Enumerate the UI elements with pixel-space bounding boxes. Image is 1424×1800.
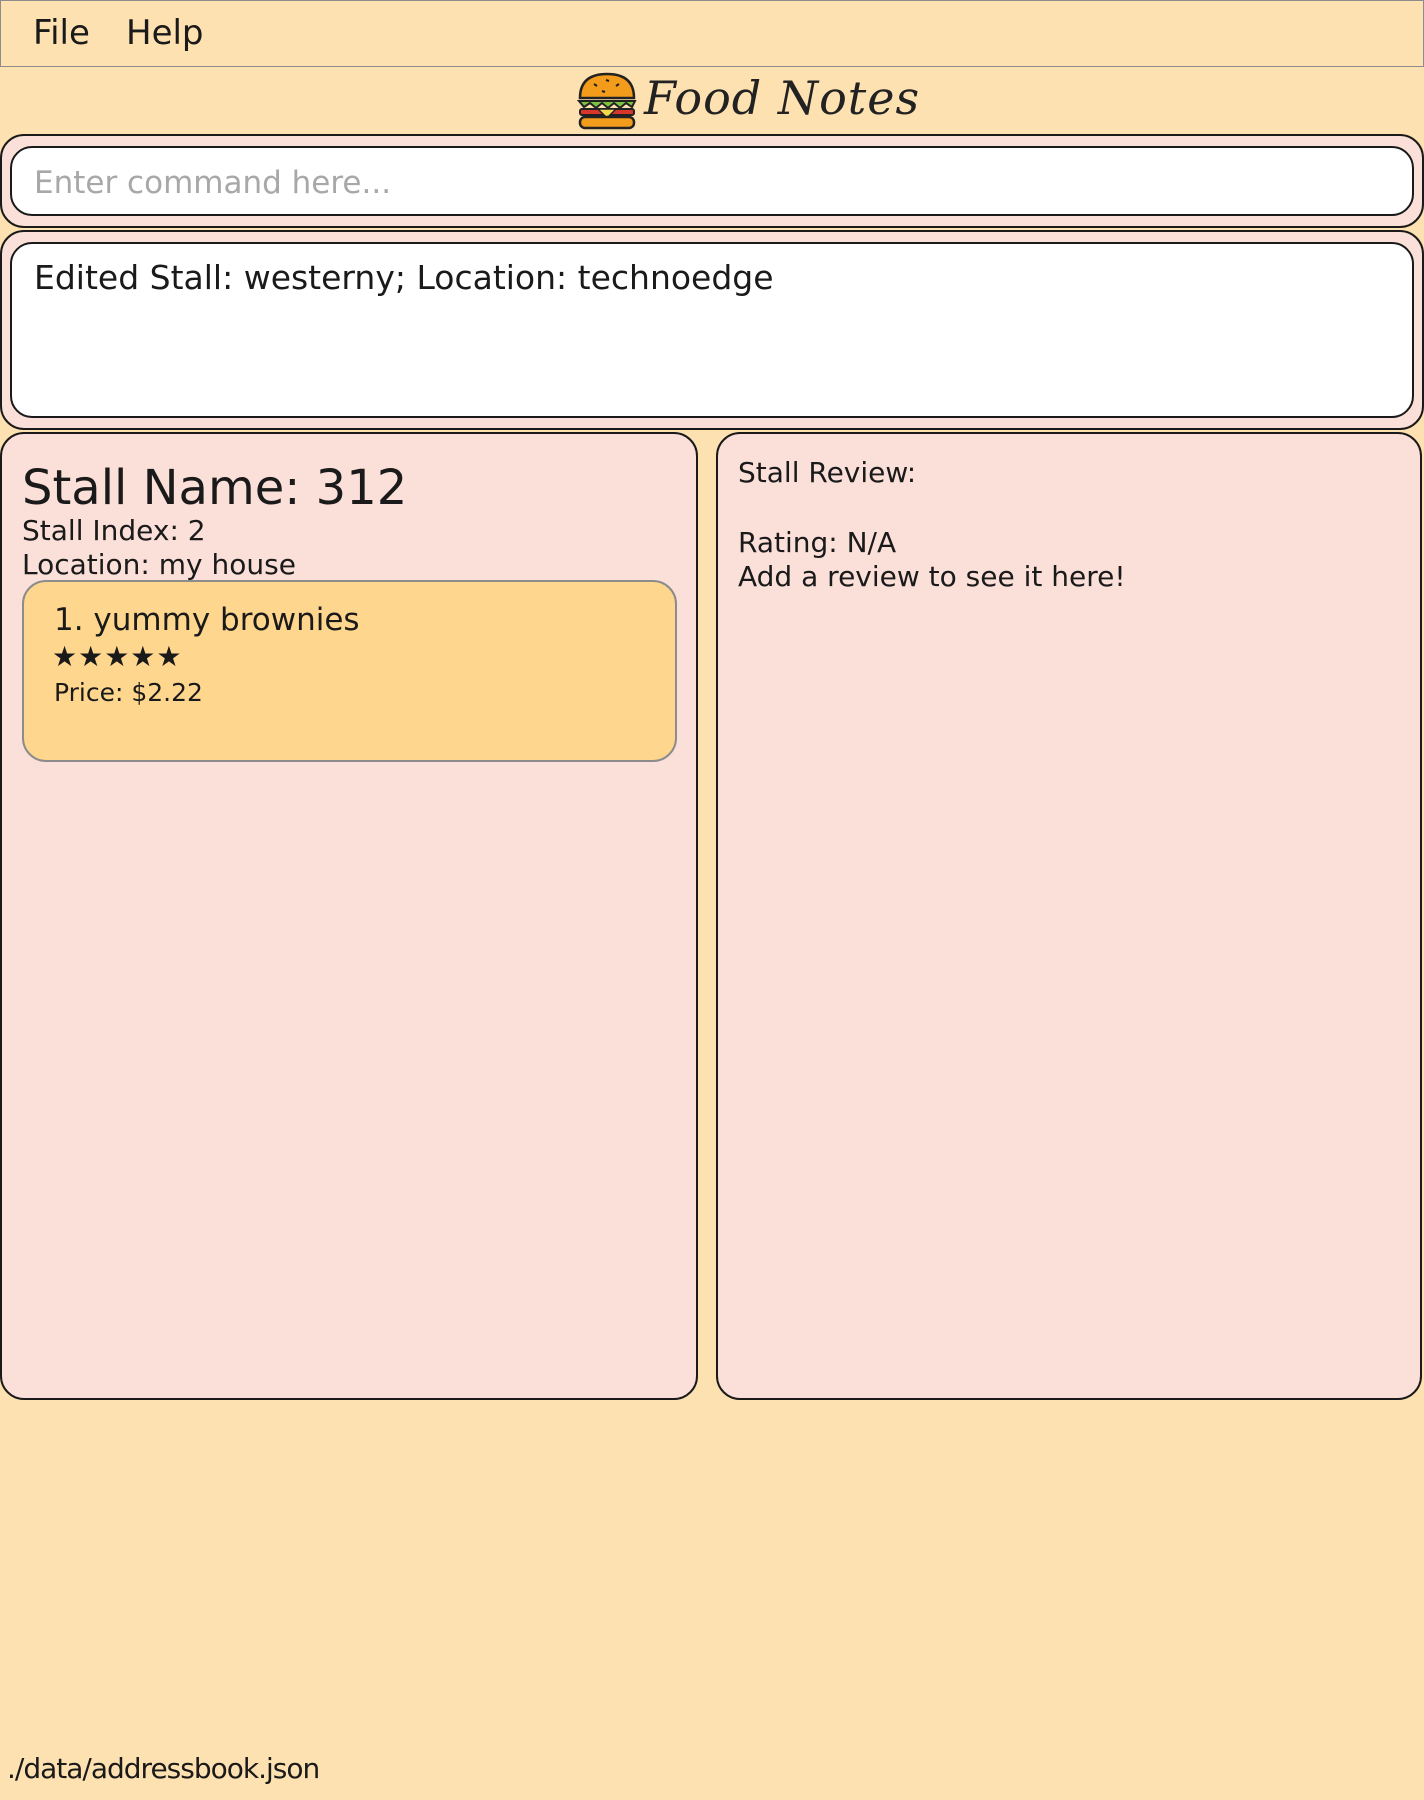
- command-input[interactable]: [34, 158, 1374, 208]
- result-display-container: Edited Stall: westerny; Location: techno…: [0, 230, 1424, 430]
- menu-help[interactable]: Help: [126, 13, 204, 53]
- result-display: Edited Stall: westerny; Location: techno…: [10, 242, 1414, 418]
- burger-icon: [576, 72, 638, 134]
- menu-bar: File Help: [0, 0, 1424, 67]
- status-bar-path: ./data/addressbook.json: [7, 1752, 320, 1785]
- menu-file[interactable]: File: [33, 13, 90, 53]
- result-message: Edited Stall: westerny; Location: techno…: [34, 258, 774, 297]
- command-box-container: [0, 134, 1424, 228]
- food-name: 1. yummy brownies: [54, 602, 360, 638]
- food-price: Price: $2.22: [54, 678, 203, 707]
- stall-detail-panel: Stall Name: 312 Stall Index: 2 Location:…: [0, 432, 698, 1400]
- app-header: Food Notes: [0, 67, 1424, 133]
- app-title: Food Notes: [644, 71, 921, 125]
- stall-name: Stall Name: 312: [22, 460, 408, 516]
- stall-review-panel: Stall Review: Rating: N/A Add a review t…: [716, 432, 1422, 1400]
- stall-index: Stall Index: 2: [22, 514, 206, 547]
- review-rating: Rating: N/A: [738, 526, 897, 559]
- star-rating-icon: ★★★★★: [52, 640, 183, 673]
- stall-location: Location: my house: [22, 548, 296, 581]
- food-card[interactable]: 1. yummy brownies ★★★★★ Price: $2.22: [22, 580, 677, 762]
- review-heading: Stall Review:: [738, 456, 917, 489]
- review-empty-message: Add a review to see it here!: [738, 560, 1126, 593]
- command-box: [10, 146, 1414, 216]
